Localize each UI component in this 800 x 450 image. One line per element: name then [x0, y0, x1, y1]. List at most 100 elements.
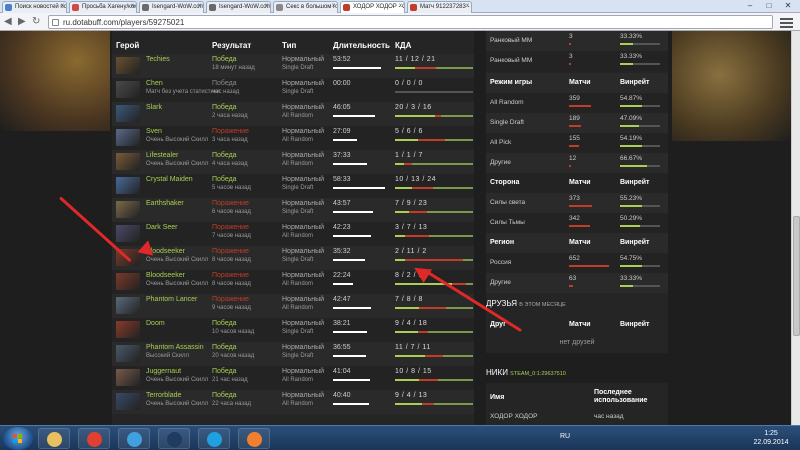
match-result[interactable]: Победа	[212, 320, 237, 327]
hero-name[interactable]: Crystal Maiden	[146, 176, 193, 183]
match-result[interactable]: Победа	[212, 152, 237, 159]
hero-name[interactable]: Chen	[146, 80, 163, 87]
tab-title: Просьба Хагену/ком...	[82, 4, 136, 10]
page-scrollbar[interactable]	[791, 31, 800, 425]
hero-name[interactable]: Earthshaker	[146, 200, 184, 207]
assist-segment	[445, 139, 473, 141]
match-result[interactable]: Победа	[212, 80, 237, 87]
table-row[interactable]: Phantom Lancer Поражение 9 часов назад Норм…	[112, 294, 474, 318]
hero-name[interactable]: Terrorblade	[146, 392, 181, 399]
browser-tab[interactable]: Поиск новостей по... x	[2, 1, 67, 13]
table-row[interactable]: Crystal Maiden Победа 5 часов назад Нормаль…	[112, 174, 474, 198]
stat-header-title: Режим игры	[490, 79, 533, 86]
language-indicator[interactable]: RU	[560, 433, 570, 440]
browser-tab[interactable]: Просьба Хагену/ком...x	[69, 1, 137, 13]
match-result[interactable]: Победа	[212, 104, 237, 111]
match-result[interactable]: Победа	[212, 344, 237, 351]
hero-name[interactable]: Phantom Lancer	[146, 296, 197, 303]
table-row[interactable]: Lifestealer Очень Высокий Скилл Победа 4 ча…	[112, 150, 474, 174]
taskbar-app[interactable]	[198, 428, 230, 449]
minimize-icon[interactable]: –	[742, 1, 758, 11]
clock[interactable]: 1:25 22.09.2014	[745, 429, 797, 447]
back-icon[interactable]: ◀	[4, 16, 12, 27]
hero-portrait[interactable]	[116, 201, 140, 218]
hero-name[interactable]: Dark Seer	[146, 224, 178, 231]
hero-name[interactable]: Juggernaut	[146, 368, 181, 375]
hero-portrait[interactable]	[116, 177, 140, 194]
start-button[interactable]	[3, 427, 33, 450]
hero-portrait[interactable]	[116, 321, 140, 338]
hero-name[interactable]: Sven	[146, 128, 162, 135]
browser-tab[interactable]: Секс в большом гор...x	[273, 1, 338, 13]
table-row[interactable]: Chen Матч без учета статистики Победа час н…	[112, 78, 474, 102]
hero-name[interactable]: Phantom Assassin	[146, 344, 204, 351]
match-result[interactable]: Поражение	[212, 128, 249, 135]
match-result[interactable]: Победа	[212, 368, 237, 375]
maximize-icon[interactable]: □	[761, 1, 777, 11]
hero-name[interactable]: Slark	[146, 104, 162, 111]
table-row[interactable]: Terrorblade Очень Высокий Скилл Победа 22 ч…	[112, 390, 474, 414]
match-result[interactable]: Поражение	[212, 248, 249, 255]
hero-portrait[interactable]	[116, 81, 140, 98]
tab-close-icon[interactable]: x	[61, 3, 64, 9]
browser-tab[interactable]: Isengard-WoW.com x	[206, 1, 271, 13]
taskbar-app[interactable]	[158, 428, 190, 449]
hero-name[interactable]: Lifestealer	[146, 152, 178, 159]
table-row[interactable]: Earthshaker Поражение 6 часов назад Нормаль…	[112, 198, 474, 222]
tab-close-icon[interactable]: x	[131, 3, 134, 9]
tab-close-icon[interactable]: x	[332, 3, 335, 9]
url-input[interactable]: ru.dotabuff.com/players/59275021	[48, 15, 773, 29]
match-result[interactable]: Поражение	[212, 224, 249, 231]
match-result[interactable]: Поражение	[212, 272, 249, 279]
scrollbar-thumb[interactable]	[793, 216, 800, 336]
taskbar-app[interactable]	[238, 428, 270, 449]
table-row[interactable]: Phantom Assassin Высокий Скилл Победа 20 ча…	[112, 342, 474, 366]
tab-close-icon[interactable]: x	[265, 3, 268, 9]
table-row[interactable]: Techies Победа 18 минут назад Нормальный Sin…	[112, 54, 474, 78]
taskbar-app[interactable]	[78, 428, 110, 449]
tab-close-icon[interactable]: x	[399, 3, 402, 9]
match-result[interactable]: Поражение	[212, 296, 249, 303]
qip-icon	[127, 432, 142, 447]
hero-portrait[interactable]	[116, 105, 140, 122]
match-result[interactable]: Поражение	[212, 200, 249, 207]
duration-bar	[333, 187, 385, 189]
table-row[interactable]: Sven Очень Высокий Скилл Поражение 3 часа н…	[112, 126, 474, 150]
hero-portrait[interactable]	[116, 393, 140, 410]
table-row[interactable]: Dark Seer Поражение 7 часов назад Нормальны…	[112, 222, 474, 246]
table-row[interactable]: Doom Победа 10 часов назад Нормальный Single…	[112, 318, 474, 342]
taskbar-app[interactable]	[118, 428, 150, 449]
browser-tab[interactable]: Матч 912237283 - Об...x	[407, 1, 472, 13]
hero-name[interactable]: Doom	[146, 320, 165, 327]
hero-portrait[interactable]	[116, 225, 140, 242]
kill-segment	[395, 259, 406, 261]
game-mode: Single Draft	[282, 89, 314, 95]
hero-portrait[interactable]	[116, 153, 140, 170]
match-result[interactable]: Победа	[212, 176, 237, 183]
table-row[interactable]: Juggernaut Очень Высокий Скилл Победа 21 ча…	[112, 366, 474, 390]
close-icon[interactable]: ✕	[780, 1, 796, 11]
browser-tab[interactable]: ХОДОР ХОДОР - Обз...x	[340, 1, 405, 13]
reload-icon[interactable]: ↻	[32, 16, 40, 27]
match-result[interactable]: Победа	[212, 392, 237, 399]
match-result[interactable]: Победа	[212, 56, 237, 63]
tab-close-icon[interactable]: x	[198, 3, 201, 9]
hero-portrait[interactable]	[116, 129, 140, 146]
table-row[interactable]: Slark Победа 2 часа назад Нормальный All Ran…	[112, 102, 474, 126]
hero-portrait[interactable]	[116, 273, 140, 290]
winrate-bar	[620, 43, 634, 45]
game-mode: Single Draft	[282, 185, 314, 191]
hero-name[interactable]: Techies	[146, 56, 170, 63]
taskbar-app[interactable]	[38, 428, 70, 449]
page-icon	[52, 19, 59, 26]
hero-portrait[interactable]	[116, 57, 140, 74]
menu-icon[interactable]	[780, 16, 793, 28]
hero-portrait[interactable]	[116, 345, 140, 362]
hero-name[interactable]: Bloodseeker	[146, 272, 185, 279]
tab-close-icon[interactable]: x	[466, 3, 469, 9]
browser-tab[interactable]: Isengard-WoW.com x	[139, 1, 204, 13]
hero-portrait[interactable]	[116, 369, 140, 386]
forward-icon[interactable]: ▶	[18, 16, 26, 27]
col-friend-winrate: Винрейт	[620, 321, 650, 328]
hero-portrait[interactable]	[116, 297, 140, 314]
